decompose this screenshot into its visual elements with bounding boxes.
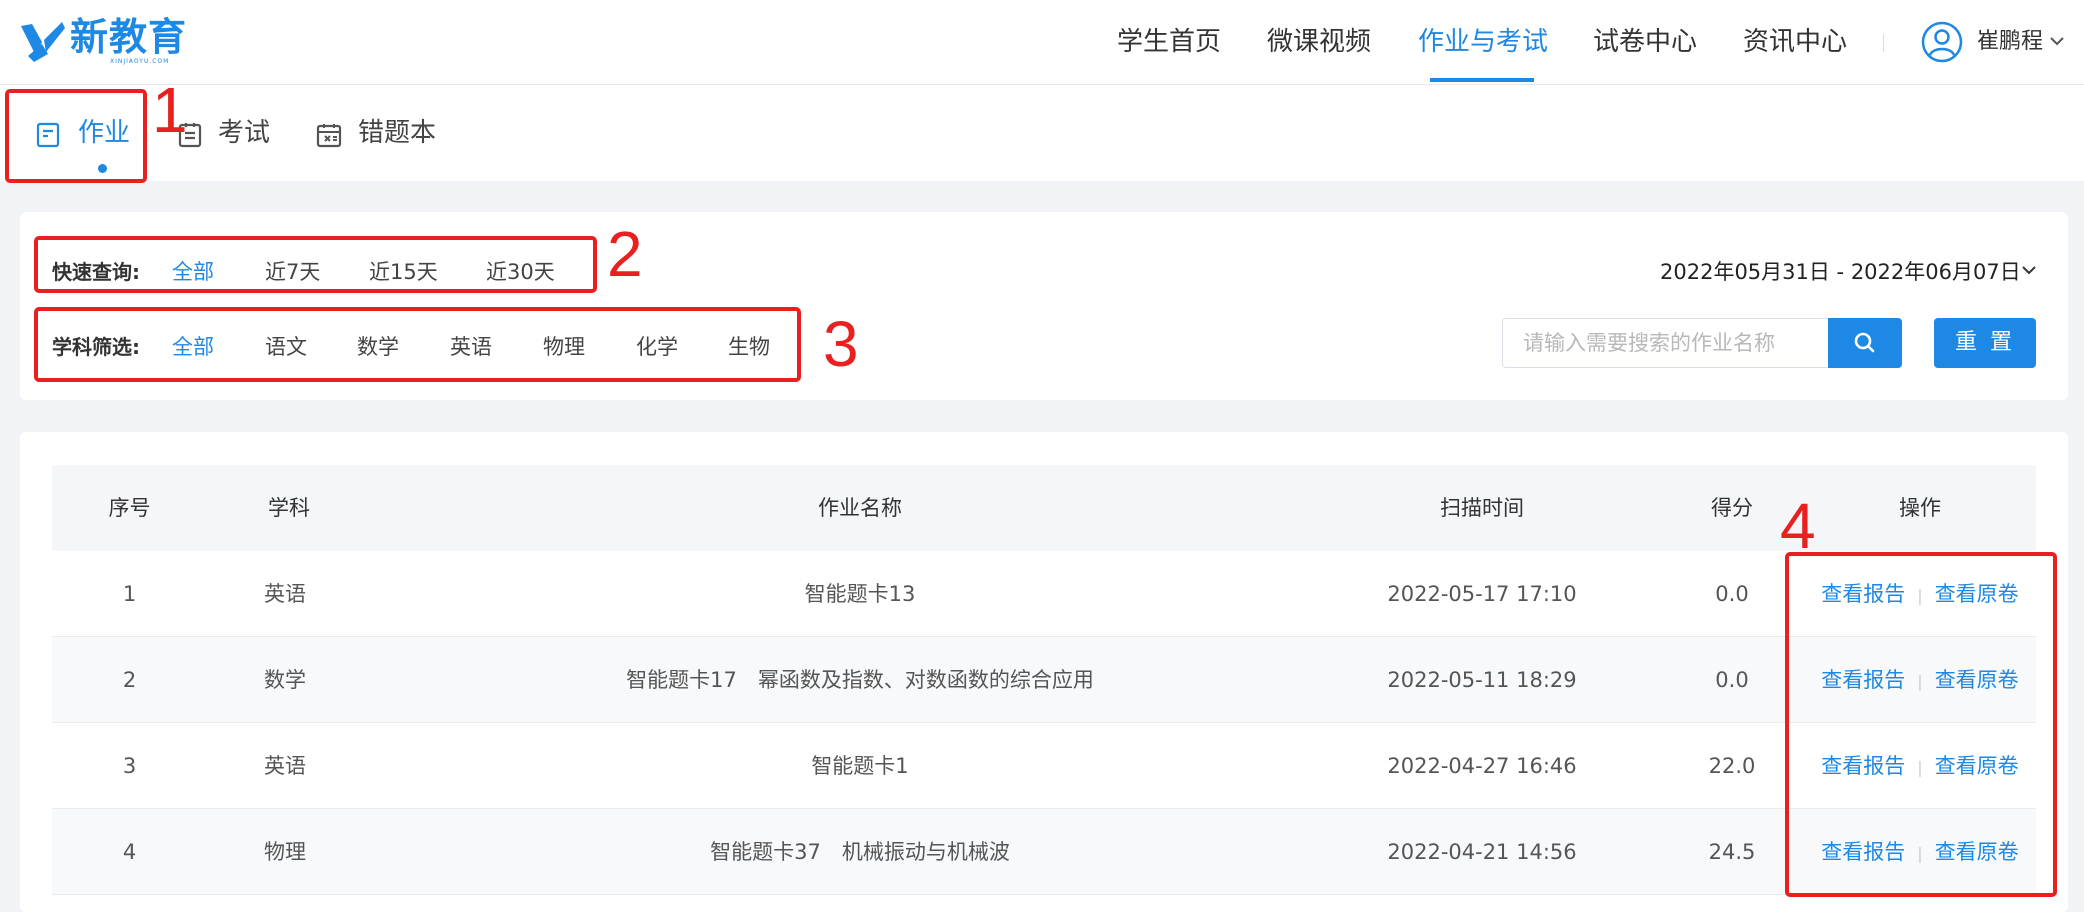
annotation-number-1: 1 bbox=[152, 74, 188, 146]
annotation-box-1 bbox=[5, 89, 147, 183]
brand-subtitle: XINJIAOYU.COM bbox=[110, 58, 170, 65]
table-row: 3 英语 智能题卡1 2022-04-27 16:46 22.0 查看报告 | 查看… bbox=[52, 723, 2036, 809]
top-navbar: 新教育 XINJIAOYU.COM 学生首页 微课视频 作业与考试 试卷中心 资… bbox=[0, 0, 2084, 85]
search-button[interactable] bbox=[1828, 318, 1902, 368]
cell-name: 智能题卡13 bbox=[804, 582, 916, 606]
annotation-number-2: 2 bbox=[607, 218, 643, 290]
cell-subject: 数学 bbox=[264, 668, 306, 692]
annotation-number-3: 3 bbox=[823, 308, 859, 380]
annotation-box-2 bbox=[34, 236, 597, 293]
table-row: 1 英语 智能题卡13 2022-05-17 17:10 0.0 查看报告 | 查看… bbox=[52, 551, 2036, 637]
user-name[interactable]: 崔鹏程 bbox=[1977, 0, 2043, 84]
search-icon bbox=[1854, 332, 1875, 353]
nav-item-news-center[interactable]: 资讯中心 bbox=[1743, 0, 1847, 84]
search-input[interactable] bbox=[1521, 319, 1825, 367]
cell-scan-time: 2022-05-17 17:10 bbox=[1387, 582, 1577, 606]
chevron-down-icon[interactable] bbox=[2050, 36, 2064, 46]
nav-item-paper-center[interactable]: 试卷中心 bbox=[1593, 0, 1697, 84]
annotation-box-4 bbox=[1785, 552, 2057, 897]
column-header-subject: 学科 bbox=[268, 496, 310, 520]
cell-subject: 英语 bbox=[264, 754, 306, 778]
brand-logo[interactable]: 新教育 XINJIAOYU.COM bbox=[18, 14, 198, 66]
logo-mark-icon bbox=[21, 22, 65, 62]
cell-index: 2 bbox=[122, 668, 137, 692]
nav-item-student-home[interactable]: 学生首页 bbox=[1117, 0, 1221, 84]
mistake-book-icon bbox=[316, 124, 342, 148]
annotation-box-3 bbox=[34, 307, 801, 382]
table-row: 2 数学 智能题卡17 幂函数及指数、对数函数的综合应用 2022-05-11 … bbox=[52, 637, 2036, 723]
date-range-picker[interactable]: 2022年05月31日 - 2022年06月07日 bbox=[1660, 256, 2021, 286]
user-circle-icon[interactable] bbox=[1921, 21, 1963, 63]
brand-name: 新教育 bbox=[70, 15, 188, 59]
cell-scan-time: 2022-04-27 16:46 bbox=[1387, 754, 1577, 778]
nav-item-homework-exam[interactable]: 作业与考试 bbox=[1418, 0, 1548, 84]
cell-name: 智能题卡37 机械振动与机械波 bbox=[710, 840, 1010, 864]
cell-index: 4 bbox=[122, 840, 137, 864]
table-row: 4 物理 智能题卡37 机械振动与机械波 2022-04-21 14:56 24… bbox=[52, 809, 2036, 895]
annotation-number-4: 4 bbox=[1780, 490, 1816, 562]
nav-divider bbox=[1883, 34, 1884, 52]
nav-item-micro-video[interactable]: 微课视频 bbox=[1267, 0, 1371, 84]
chevron-down-icon[interactable] bbox=[2022, 265, 2036, 275]
column-header-index: 序号 bbox=[108, 496, 151, 520]
cell-name: 智能题卡1 bbox=[811, 754, 909, 778]
cell-subject: 物理 bbox=[264, 840, 306, 864]
cell-scan-time: 2022-04-21 14:56 bbox=[1387, 840, 1577, 864]
column-header-scan-time: 扫描时间 bbox=[1440, 496, 1524, 520]
reset-button[interactable]: 重 置 bbox=[1934, 318, 2036, 368]
cell-index: 3 bbox=[122, 754, 137, 778]
cell-index: 1 bbox=[122, 582, 137, 606]
table-header: 序号 学科 作业名称 扫描时间 得分 操作 bbox=[52, 465, 2036, 551]
cell-name: 智能题卡17 幂函数及指数、对数函数的综合应用 bbox=[626, 668, 1094, 692]
cell-scan-time: 2022-05-11 18:29 bbox=[1387, 668, 1577, 692]
search-field bbox=[1502, 318, 1830, 368]
cell-subject: 英语 bbox=[264, 582, 306, 606]
tab-exam[interactable]: 考试 bbox=[218, 85, 270, 181]
subtab-bar: 作业 考试 错题本 bbox=[0, 85, 2084, 181]
column-header-actions: 操作 bbox=[1899, 496, 1941, 520]
column-header-name: 作业名称 bbox=[818, 496, 902, 520]
nav-active-underline bbox=[1430, 78, 1534, 82]
tab-mistake-book[interactable]: 错题本 bbox=[358, 85, 436, 181]
